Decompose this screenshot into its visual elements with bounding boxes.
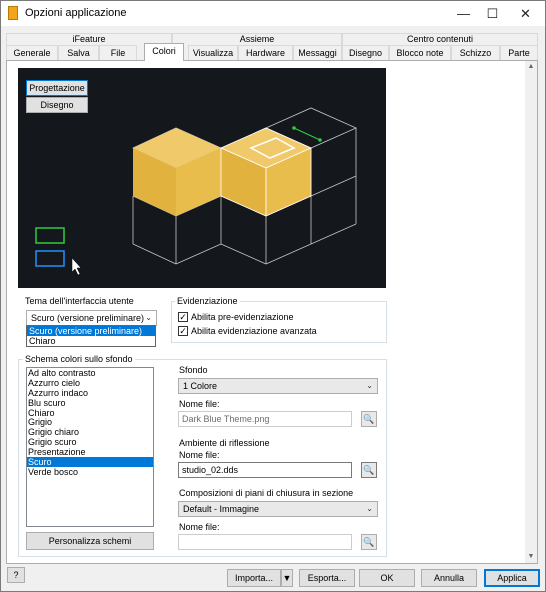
list-item[interactable]: Grigio: [27, 417, 153, 428]
options-dialog: Opzioni applicazione — ☐ ✕ iFeature Assi…: [0, 0, 546, 592]
tab-generale[interactable]: Generale: [6, 45, 58, 60]
tab-file[interactable]: File: [99, 45, 137, 60]
section-file-label: Nome file:: [179, 522, 220, 532]
chevron-down-icon: ⌄: [145, 313, 152, 322]
tab-parte[interactable]: Parte: [500, 45, 538, 60]
list-item[interactable]: Grigio scuro: [27, 437, 153, 447]
scheme-list[interactable]: Ad alto contrasto Azzurro cielo Azzurro …: [26, 367, 154, 527]
section-label: Composizioni di piani di chiusura in sez…: [179, 488, 354, 498]
list-item[interactable]: Ad alto contrasto: [27, 368, 153, 378]
scheme-group-label: Schema colori sullo sfondo: [23, 354, 135, 364]
theme-select-value: Scuro (versione preliminare): [31, 313, 145, 323]
list-item[interactable]: Chiaro: [27, 408, 153, 418]
background-file-field[interactable]: Dark Blue Theme.png: [178, 411, 352, 427]
tab-salva[interactable]: Salva: [58, 45, 99, 60]
theme-group-label: Tema dell'interfaccia utente: [23, 296, 136, 306]
tab-schizzo[interactable]: Schizzo: [451, 45, 500, 60]
highlight-group: [171, 301, 387, 343]
tab-messaggi[interactable]: Messaggi: [293, 45, 342, 60]
advanced-highlight-label: Abilita evidenziazione avanzata: [191, 326, 317, 336]
cancel-button[interactable]: Annulla: [421, 569, 477, 587]
reflection-file-label: Nome file:: [179, 450, 220, 460]
background-label: Sfondo: [179, 365, 208, 375]
tab-hardware[interactable]: Hardware: [238, 45, 293, 60]
chevron-down-icon: ⌄: [366, 381, 373, 390]
theme-option-scuro[interactable]: Scuro (versione preliminare): [27, 326, 155, 336]
tab-blocco-note[interactable]: Blocco note: [389, 45, 451, 60]
export-button[interactable]: Esporta...: [299, 569, 355, 587]
list-item-selected[interactable]: Scuro: [27, 457, 153, 467]
tab-centro-contenuti[interactable]: Centro contenuti: [342, 33, 538, 45]
list-item[interactable]: Presentazione: [27, 447, 153, 457]
section-select[interactable]: Default - Immagine ⌄: [178, 501, 378, 517]
chevron-down-icon: ⌄: [366, 504, 373, 513]
apply-button[interactable]: Applica: [484, 569, 540, 587]
tab-disegno[interactable]: Disegno: [342, 45, 389, 60]
maximize-button[interactable]: ☐: [476, 1, 509, 26]
preview-disegno-button[interactable]: Disegno: [26, 97, 88, 113]
pre-highlight-label: Abilita pre-evidenziazione: [191, 312, 294, 322]
reflection-label: Ambiente di riflessione: [179, 438, 270, 448]
tab-assieme[interactable]: Assieme: [172, 33, 342, 45]
panel-scrollbar[interactable]: ▲ ▼: [525, 61, 537, 563]
section-file-field[interactable]: [178, 534, 352, 550]
list-item[interactable]: Blu scuro: [27, 398, 153, 408]
inventor-app-icon: [8, 6, 18, 20]
import-button[interactable]: Importa...: [227, 569, 281, 587]
list-item[interactable]: Azzurro cielo: [27, 378, 153, 388]
browse-background-icon[interactable]: 🔍: [361, 411, 377, 427]
ok-button[interactable]: OK: [359, 569, 415, 587]
theme-option-chiaro[interactable]: Chiaro: [27, 336, 155, 346]
highlight-group-label: Evidenziazione: [175, 296, 240, 306]
title-bar: Opzioni applicazione — ☐ ✕: [1, 1, 545, 26]
customize-schemes-button[interactable]: Personalizza schemi: [26, 532, 154, 550]
reflection-file-field[interactable]: studio_02.dds: [178, 462, 352, 478]
pre-highlight-checkbox[interactable]: ✓: [178, 312, 188, 322]
background-select[interactable]: 1 Colore ⌄: [178, 378, 378, 394]
browse-reflection-icon[interactable]: 🔍: [361, 462, 377, 478]
close-button[interactable]: ✕: [509, 1, 542, 26]
browse-section-icon[interactable]: 🔍: [361, 534, 377, 550]
scroll-down-icon[interactable]: ▼: [525, 551, 537, 563]
preview-progettazione-button[interactable]: Progettazione: [26, 80, 88, 96]
import-menu-arrow-icon[interactable]: ▼: [281, 569, 293, 587]
section-select-value: Default - Immagine: [183, 504, 260, 514]
tab-visualizza[interactable]: Visualizza: [188, 45, 238, 60]
list-item[interactable]: Azzurro indaco: [27, 388, 153, 398]
window-title: Opzioni applicazione: [25, 7, 127, 19]
list-item[interactable]: Verde bosco: [27, 467, 153, 477]
background-file-label: Nome file:: [179, 399, 220, 409]
theme-dropdown-list: Scuro (versione preliminare) Chiaro: [26, 325, 156, 347]
scroll-up-icon[interactable]: ▲: [525, 61, 537, 73]
tab-colori[interactable]: Colori: [144, 43, 184, 61]
help-icon[interactable]: ?: [7, 567, 25, 583]
theme-select[interactable]: Scuro (versione preliminare) ⌄: [26, 310, 157, 326]
list-item[interactable]: Grigio chiaro: [27, 427, 153, 437]
advanced-highlight-checkbox[interactable]: ✓: [178, 326, 188, 336]
background-select-value: 1 Colore: [183, 381, 218, 391]
